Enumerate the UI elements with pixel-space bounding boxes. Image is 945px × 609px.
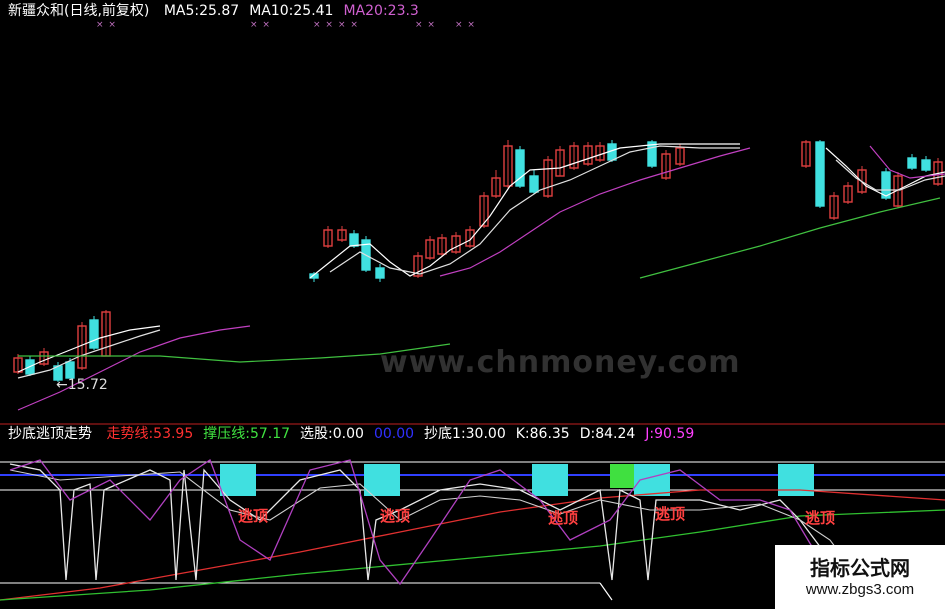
ma5-line [17, 325, 161, 373]
escape-top-label: 逃顶 [548, 509, 579, 527]
candle-body [921, 159, 931, 171]
candle-body [65, 361, 75, 379]
ma20-line [439, 147, 751, 277]
legend-item: 00.00 [373, 426, 415, 442]
candle-body [375, 267, 385, 279]
legend-item: J:90.59 [645, 426, 695, 442]
stock-title: 新疆众和(日线,前复权) [8, 3, 150, 19]
level-line-bottom [599, 582, 613, 601]
signal-marker: × × [415, 20, 436, 30]
escape-top-label: 逃顶 [805, 509, 836, 527]
candle-body [815, 141, 825, 207]
legend-item: 撑压线:57.17 [203, 426, 291, 442]
legend-item: K:86.35 [515, 426, 570, 442]
legend-item: 抄底1:30.00 [424, 426, 506, 442]
brand-url: www.zbgs3.com [805, 581, 915, 598]
candle-body [529, 175, 539, 193]
signal-box [220, 464, 256, 496]
indicator-legend: 抄底逃顶走势 走势线:53.95 撑压线:57.17 选股:0.00 00.00 抄底1… [8, 426, 714, 442]
chart-stage: 新疆众和(日线,前复权) MA5:25.87 MA10:25.41 MA20:23.… [0, 0, 945, 609]
legend-item: MA20:23.3 [343, 3, 419, 19]
k-line [9, 463, 861, 609]
brand-title: 指标公式网 [810, 556, 910, 580]
legend-item: D:84.24 [579, 426, 636, 442]
ma10-line [17, 329, 161, 379]
legend-item: MA5:25.87 [163, 3, 240, 19]
mask-block [530, 0, 945, 140]
escape-top-label: 逃顶 [655, 505, 686, 523]
candle-body [907, 157, 917, 169]
escape-top-label: 逃顶 [238, 507, 269, 525]
signal-marker: × × [338, 20, 359, 30]
low-price-annotation: ←15.72 [56, 377, 108, 393]
candle-body [89, 319, 99, 349]
signal-marker: × × [455, 20, 476, 30]
signal-box [364, 464, 400, 496]
signal-marker: × × [96, 20, 117, 30]
legend-item: MA10:25.41 [249, 3, 334, 19]
legend-item: 选股:0.00 [300, 426, 364, 442]
main-legend: 新疆众和(日线,前复权) MA5:25.87 MA10:25.41 MA20:23.… [8, 3, 439, 19]
indicator-title: 抄底逃顶走势 [8, 426, 92, 442]
signal-marker: × × [250, 20, 271, 30]
chart-canvas[interactable] [0, 0, 945, 609]
escape-top-label: 逃顶 [380, 507, 411, 525]
ma60-line [639, 197, 941, 279]
candle-body [349, 233, 359, 247]
legend-item: 走势线:53.95 [106, 426, 194, 442]
signal-box [532, 464, 568, 496]
brand-badge[interactable]: 指标公式网 www.zbgs3.com [775, 545, 945, 609]
signal-marker: × × [313, 20, 334, 30]
j-line [9, 459, 851, 609]
ma10-line [329, 145, 740, 275]
watermark: www.chnmoney.com [380, 345, 741, 380]
